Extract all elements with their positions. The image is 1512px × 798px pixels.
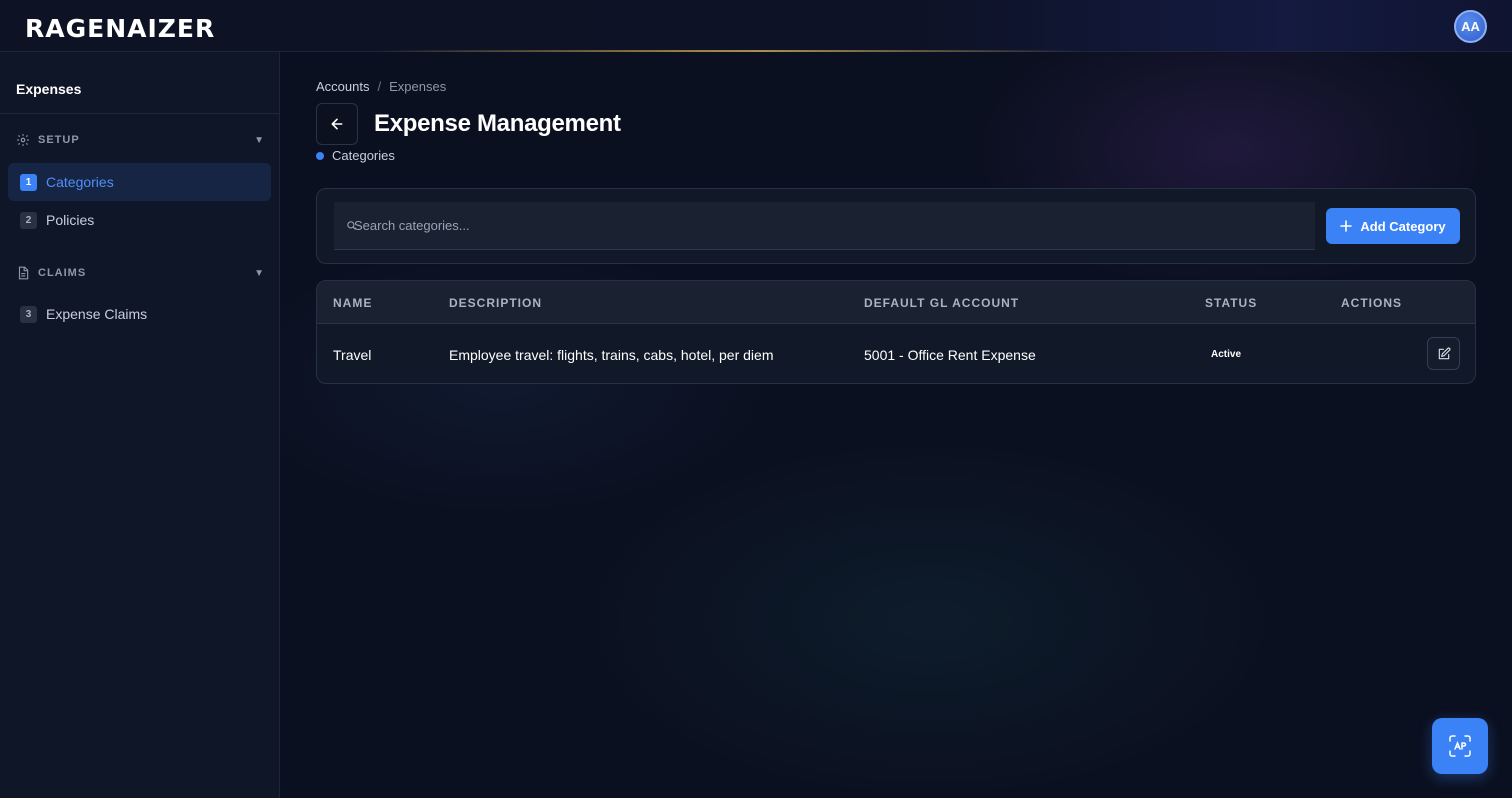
chevron-down-icon[interactable]: ▼	[254, 135, 264, 146]
breadcrumb-link-accounts[interactable]: Accounts	[316, 79, 369, 94]
sidebar-item-policies[interactable]: 2 Policies	[8, 201, 271, 239]
page-title: Expense Management	[374, 110, 621, 137]
cell-description: Employee travel: flights, trains, cabs, …	[449, 347, 774, 363]
step-number-badge: 1	[20, 173, 37, 191]
sidebar: Expenses SETUP ▼ 1 Categories 2 Policies…	[0, 52, 280, 798]
sidebar-item-label: Policies	[46, 212, 95, 228]
column-header-status[interactable]: STATUS	[1205, 296, 1257, 310]
search-input[interactable]	[354, 218, 1254, 233]
arrow-left-icon	[329, 116, 345, 132]
plus-icon	[1340, 220, 1353, 232]
step-number-badge: 3	[20, 305, 37, 323]
document-icon	[16, 266, 30, 280]
tab-label: Categories	[332, 148, 395, 163]
edit-button[interactable]	[1427, 337, 1460, 370]
back-button[interactable]	[316, 103, 358, 145]
search-field[interactable]	[334, 202, 1315, 250]
sidebar-item-label: Categories	[46, 174, 114, 190]
user-avatar[interactable]: AA	[1454, 10, 1487, 43]
top-bar: RAGENAIZER AA	[0, 0, 1512, 52]
column-header-gl-account[interactable]: DEFAULT GL ACCOUNT	[864, 296, 1019, 310]
active-indicator-dot	[316, 151, 324, 160]
status-badge: Active	[1211, 349, 1242, 360]
breadcrumb-separator: /	[377, 79, 382, 94]
add-category-label: Add Category	[1360, 218, 1446, 234]
search-toolbar: Add Category	[316, 188, 1476, 264]
table-row[interactable]: Travel Employee travel: flights, trains,…	[317, 325, 1475, 383]
table-header: NAME DESCRIPTION DEFAULT GL ACCOUNT STAT…	[317, 281, 1475, 324]
breadcrumb: Accounts / Expenses	[316, 79, 446, 94]
app-logo[interactable]: RAGENAIZER	[25, 14, 215, 43]
cell-name: Travel	[333, 347, 372, 363]
sidebar-item-categories[interactable]: 1 Categories	[8, 163, 271, 201]
column-header-actions: ACTIONS	[1341, 296, 1402, 310]
categories-table: NAME DESCRIPTION DEFAULT GL ACCOUNT STAT…	[316, 280, 1476, 384]
ai-assistant-icon	[1447, 733, 1473, 759]
column-header-description[interactable]: DESCRIPTION	[449, 296, 542, 310]
section-label: SETUP	[38, 134, 80, 146]
tab-categories[interactable]: Categories	[316, 148, 395, 163]
gear-icon	[16, 133, 30, 147]
add-category-button[interactable]: Add Category	[1326, 208, 1460, 244]
chevron-down-icon[interactable]: ▼	[254, 268, 264, 279]
column-header-name[interactable]: NAME	[333, 296, 372, 310]
sidebar-item-expense-claims[interactable]: 3 Expense Claims	[8, 295, 271, 333]
sidebar-item-label: Expense Claims	[46, 306, 148, 322]
topbar-accent-line	[380, 50, 1080, 52]
breadcrumb-current: Expenses	[389, 79, 447, 94]
section-claims[interactable]: CLAIMS ▼	[16, 265, 264, 281]
sidebar-divider	[0, 113, 279, 114]
section-setup[interactable]: SETUP ▼	[16, 132, 264, 148]
section-label: CLAIMS	[38, 267, 87, 279]
sidebar-title: Expenses	[16, 81, 82, 97]
edit-icon	[1437, 347, 1451, 361]
cell-gl-account: 5001 - Office Rent Expense	[864, 347, 1036, 363]
assistant-chat-button[interactable]	[1432, 718, 1488, 774]
step-number-badge: 2	[20, 211, 37, 229]
